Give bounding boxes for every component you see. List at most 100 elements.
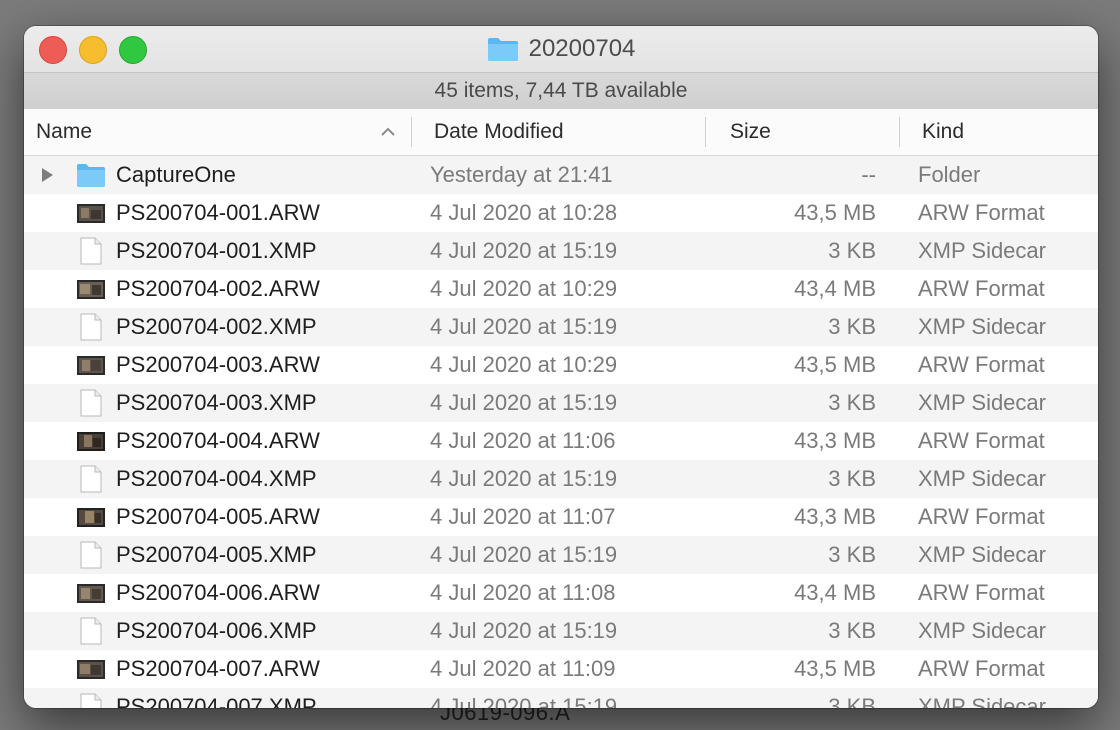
file-size: 3 KB [828,694,876,708]
column-divider[interactable] [705,117,706,147]
file-name: PS200704-002.XMP [116,314,317,339]
folder-icon [487,38,518,61]
file-row[interactable]: CaptureOne Yesterday at 21:41 -- Folder [24,156,1098,194]
file-size: -- [861,162,876,187]
column-size-label: Size [730,120,771,143]
column-divider[interactable] [411,117,412,147]
raw-image-thumbnail-icon [77,204,105,223]
column-kind-label: Kind [922,120,965,143]
file-row[interactable]: PS200704-004.ARW 4 Jul 2020 at 11:06 43,… [24,422,1098,460]
file-kind: XMP Sidecar [918,466,1046,491]
file-date: 4 Jul 2020 at 10:29 [430,276,618,301]
file-row[interactable]: PS200704-005.XMP 4 Jul 2020 at 15:19 3 K… [24,536,1098,574]
status-text: 45 items, 7,44 TB available [434,79,688,102]
file-size: 43,5 MB [794,200,876,225]
file-date: 4 Jul 2020 at 11:08 [430,580,616,605]
file-size: 43,4 MB [794,580,876,605]
file-row[interactable]: PS200704-002.ARW 4 Jul 2020 at 10:29 43,… [24,270,1098,308]
file-row[interactable]: PS200704-006.XMP 4 Jul 2020 at 15:19 3 K… [24,612,1098,650]
file-date: 4 Jul 2020 at 10:28 [430,200,618,225]
document-icon [80,693,102,708]
file-name: PS200704-006.XMP [116,618,317,643]
file-row[interactable]: PS200704-002.XMP 4 Jul 2020 at 15:19 3 K… [24,308,1098,346]
finder-window: 20200704 45 items, 7,44 TB available Nam… [24,26,1098,708]
file-name: PS200704-003.XMP [116,390,317,415]
folder-icon [77,164,105,187]
file-kind: ARW Format [918,656,1045,681]
title-bar[interactable]: 20200704 [24,26,1098,72]
raw-image-thumbnail-icon [77,584,105,603]
column-date-label: Date Modified [434,120,564,143]
file-size: 43,3 MB [794,504,876,529]
file-name: PS200704-004.ARW [116,428,320,453]
file-date: 4 Jul 2020 at 15:19 [430,314,618,339]
file-name: PS200704-002.ARW [116,276,320,301]
raw-image-thumbnail-icon [77,660,105,679]
file-date: Yesterday at 21:41 [430,162,613,187]
file-row[interactable]: PS200704-005.ARW 4 Jul 2020 at 11:07 43,… [24,498,1098,536]
document-icon [80,313,102,341]
column-name-label: Name [36,120,93,143]
file-date: 4 Jul 2020 at 15:19 [430,618,618,643]
column-header-kind[interactable]: Kind [922,109,1092,155]
file-size: 43,4 MB [794,276,876,301]
file-kind: Folder [918,162,981,187]
raw-image-thumbnail-icon [77,280,105,299]
file-size: 43,5 MB [794,656,876,681]
window-title: 20200704 [528,35,636,62]
raw-image-thumbnail-icon [77,432,105,451]
file-row[interactable]: PS200704-003.XMP 4 Jul 2020 at 15:19 3 K… [24,384,1098,422]
column-divider[interactable] [899,117,900,147]
file-name: PS200704-007.ARW [116,656,320,681]
file-date: 4 Jul 2020 at 15:19 [430,390,618,415]
file-kind: ARW Format [918,580,1045,605]
file-date: 4 Jul 2020 at 11:07 [430,504,616,529]
file-name: CaptureOne [116,162,236,187]
file-row[interactable]: PS200704-004.XMP 4 Jul 2020 at 15:19 3 K… [24,460,1098,498]
file-name: PS200704-007.XMP [116,694,317,708]
file-kind: XMP Sidecar [918,238,1046,263]
file-name: PS200704-005.XMP [116,542,317,567]
raw-image-thumbnail-icon [77,508,105,527]
file-size: 3 KB [828,238,876,263]
file-date: 4 Jul 2020 at 15:19 [430,542,618,567]
column-header-name[interactable]: Name [36,109,411,155]
raw-image-thumbnail-icon [77,356,105,375]
file-kind: ARW Format [918,428,1045,453]
file-date: 4 Jul 2020 at 15:19 [430,694,618,708]
file-kind: ARW Format [918,352,1045,377]
file-size: 3 KB [828,466,876,491]
file-row[interactable]: PS200704-007.ARW 4 Jul 2020 at 11:09 43,… [24,650,1098,688]
file-row[interactable]: PS200704-006.ARW 4 Jul 2020 at 11:08 43,… [24,574,1098,612]
file-row[interactable]: PS200704-001.XMP 4 Jul 2020 at 15:19 3 K… [24,232,1098,270]
file-name: PS200704-003.ARW [116,352,320,377]
file-kind: XMP Sidecar [918,390,1046,415]
file-date: 4 Jul 2020 at 10:29 [430,352,618,377]
column-header-size[interactable]: Size [730,109,900,155]
document-icon [80,541,102,569]
file-size: 3 KB [828,314,876,339]
file-kind: XMP Sidecar [918,314,1046,339]
file-kind: XMP Sidecar [918,694,1046,708]
file-date: 4 Jul 2020 at 11:06 [430,428,616,453]
file-name: PS200704-001.ARW [116,200,320,225]
sort-ascending-icon[interactable] [379,123,397,141]
file-list: CaptureOne Yesterday at 21:41 -- Folder … [24,156,1098,708]
file-size: 3 KB [828,390,876,415]
file-date: 4 Jul 2020 at 15:19 [430,238,618,263]
document-icon [80,237,102,265]
file-size: 43,3 MB [794,428,876,453]
file-kind: ARW Format [918,200,1045,225]
disclosure-triangle-icon[interactable] [39,167,55,183]
file-row[interactable]: PS200704-003.ARW 4 Jul 2020 at 10:29 43,… [24,346,1098,384]
file-size: 3 KB [828,542,876,567]
status-bar: 45 items, 7,44 TB available [24,72,1098,110]
document-icon [80,389,102,417]
file-kind: XMP Sidecar [918,618,1046,643]
column-header-date[interactable]: Date Modified [434,109,704,155]
file-row[interactable]: PS200704-007.XMP 4 Jul 2020 at 15:19 3 K… [24,688,1098,708]
file-name: PS200704-004.XMP [116,466,317,491]
file-row[interactable]: PS200704-001.ARW 4 Jul 2020 at 10:28 43,… [24,194,1098,232]
document-icon [80,465,102,493]
file-date: 4 Jul 2020 at 15:19 [430,466,618,491]
